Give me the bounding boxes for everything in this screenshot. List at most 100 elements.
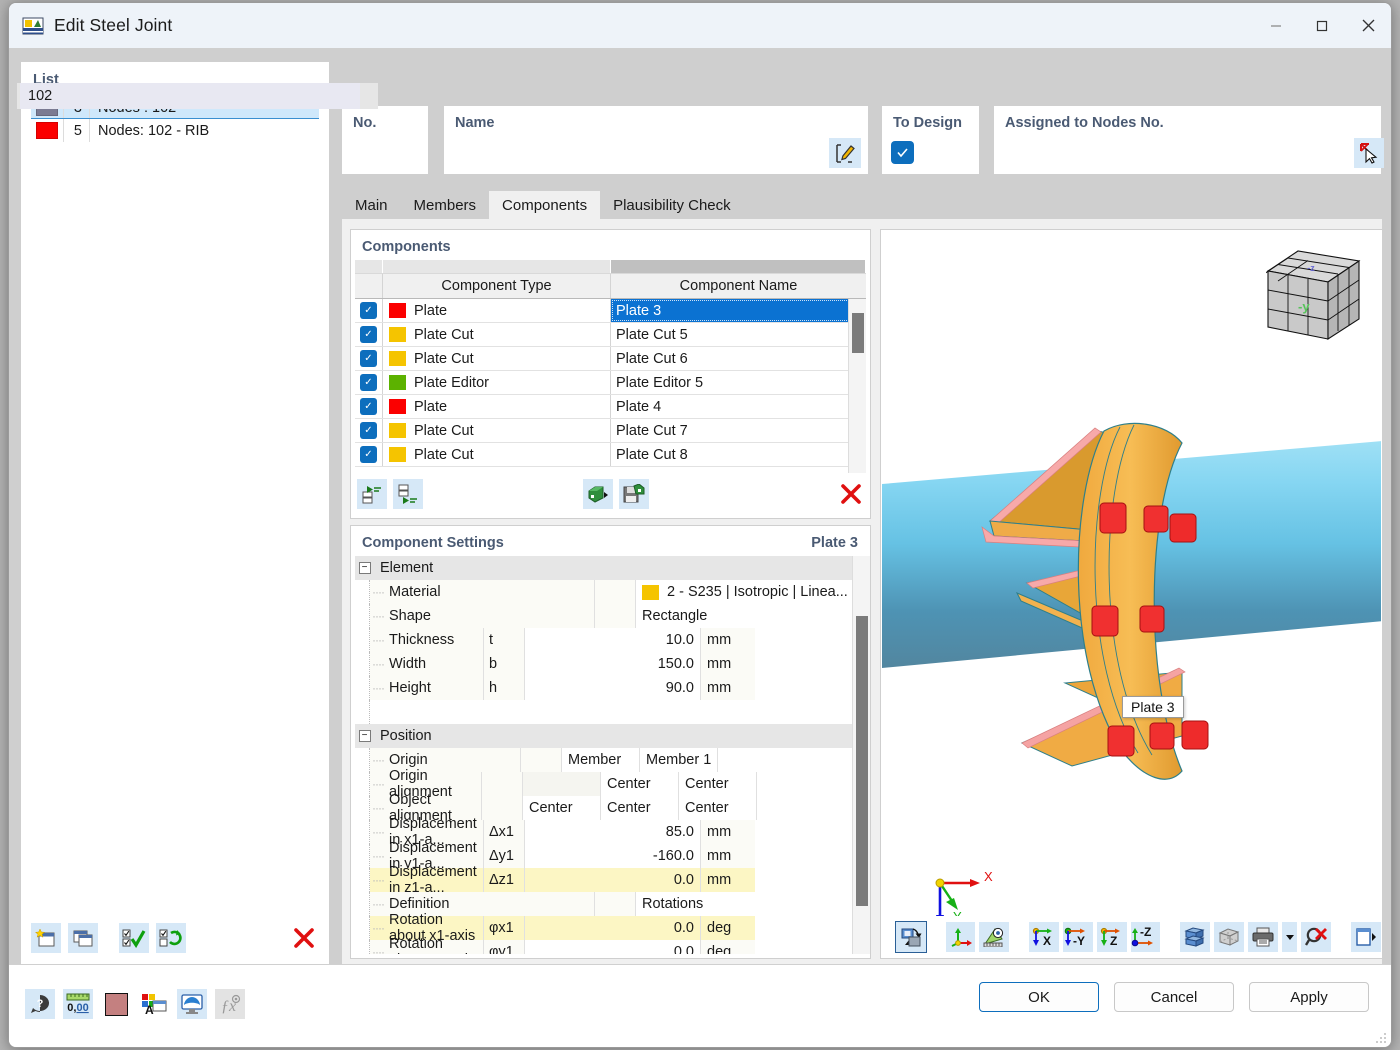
- color-button[interactable]: [101, 989, 131, 1019]
- viewport-canvas[interactable]: -z -y Plate 3 X: [882, 231, 1381, 916]
- settings-row-value[interactable]: 0.0: [525, 940, 700, 954]
- print-button[interactable]: [1247, 921, 1278, 952]
- settings-row-value[interactable]: 0.0: [525, 868, 700, 892]
- settings-group-position[interactable]: − Position: [355, 724, 866, 748]
- settings-row-unit[interactable]: mm: [700, 652, 755, 676]
- table-row[interactable]: ✓ Plate Plate 4: [355, 395, 866, 419]
- row-checkbox[interactable]: ✓: [360, 326, 377, 343]
- minimize-button[interactable]: [1253, 3, 1299, 48]
- settings-row-height[interactable]: ···· Height h 90.0 mm: [355, 676, 866, 700]
- delete-joint-button[interactable]: [289, 923, 319, 953]
- row-checkbox[interactable]: ✓: [360, 302, 377, 319]
- table-row[interactable]: ✓ Plate Plate 3: [355, 299, 866, 323]
- settings-row-value[interactable]: 0.0: [525, 916, 700, 940]
- expand-collapse-icon[interactable]: −: [355, 556, 374, 580]
- invert-selection-button[interactable]: [156, 923, 186, 953]
- cell-component-name[interactable]: Plate Cut 7: [611, 419, 866, 442]
- tab-plausibility-check[interactable]: Plausibility Check: [600, 191, 744, 219]
- table-row[interactable]: ✓ Plate Cut Plate Cut 7: [355, 419, 866, 443]
- settings-row-value[interactable]: 85.0: [525, 820, 700, 844]
- delete-component-button[interactable]: [836, 479, 866, 509]
- settings-row-value[interactable]: 2 - S235 | Isotropic | Linea...: [636, 580, 866, 604]
- settings-scrollbar[interactable]: [852, 556, 870, 954]
- close-button[interactable]: [1345, 3, 1391, 48]
- settings-row-col3[interactable]: Center: [679, 772, 757, 796]
- units-button[interactable]: 0,00: [63, 989, 93, 1019]
- cell-component-name[interactable]: Plate Editor 5: [611, 371, 866, 394]
- settings-row-unit[interactable]: mm: [700, 844, 755, 868]
- settings-row-col2[interactable]: Center: [601, 796, 679, 820]
- column-header-component-type[interactable]: Component Type: [383, 274, 611, 298]
- tab-members[interactable]: Members: [400, 191, 490, 219]
- row-checkbox[interactable]: ✓: [360, 350, 377, 367]
- settings-row-value[interactable]: 10.0: [525, 628, 700, 652]
- copy-joint-button[interactable]: [68, 923, 98, 953]
- cell-component-name[interactable]: Plate 4: [611, 395, 866, 418]
- settings-row-unit[interactable]: deg: [700, 940, 755, 954]
- tab-components[interactable]: Components: [489, 191, 601, 219]
- settings-row-unit[interactable]: deg: [700, 916, 755, 940]
- view-x-button[interactable]: X: [1029, 921, 1059, 952]
- settings-row-col1[interactable]: Member: [562, 748, 640, 772]
- detach-view-button[interactable]: [1351, 921, 1381, 952]
- settings-group-element[interactable]: − Element: [355, 556, 866, 580]
- settings-row-col2[interactable]: Center: [601, 772, 679, 796]
- settings-row-width[interactable]: ···· Width b 150.0 mm: [355, 652, 866, 676]
- row-checkbox[interactable]: ✓: [360, 398, 377, 415]
- render-solid-button[interactable]: [1180, 921, 1211, 952]
- select-all-button[interactable]: [119, 923, 149, 953]
- settings-row-shape[interactable]: ···· Shape Rectangle: [355, 604, 866, 628]
- settings-row-value[interactable]: Rectangle: [636, 604, 866, 628]
- ok-button[interactable]: OK: [979, 982, 1099, 1012]
- pick-nodes-button[interactable]: [1354, 138, 1384, 168]
- view-z-button[interactable]: Z: [1096, 921, 1127, 952]
- display-properties-button[interactable]: A: [139, 989, 169, 1019]
- expand-collapse-icon[interactable]: −: [355, 724, 374, 748]
- settings-row-unit[interactable]: mm: [700, 676, 755, 700]
- to-design-checkbox[interactable]: [891, 141, 914, 164]
- settings-row-value[interactable]: -160.0: [525, 844, 700, 868]
- cell-component-name[interactable]: Plate 3: [611, 299, 866, 322]
- cell-component-name[interactable]: Plate Cut 8: [611, 443, 866, 466]
- assigned-nodes-input[interactable]: [20, 83, 360, 109]
- components-scrollbar-thumb[interactable]: [852, 313, 864, 353]
- print-dropdown-button[interactable]: [1281, 921, 1298, 952]
- cell-component-name[interactable]: Plate Cut 6: [611, 347, 866, 370]
- rotate-view-button[interactable]: [895, 920, 927, 953]
- import-component-button[interactable]: [583, 479, 613, 509]
- cancel-button[interactable]: Cancel: [1114, 982, 1234, 1012]
- move-down-button[interactable]: [393, 479, 423, 509]
- navigation-cube[interactable]: -z -y: [1257, 249, 1361, 349]
- table-row[interactable]: ✓ Plate Cut Plate Cut 5: [355, 323, 866, 347]
- tab-main[interactable]: Main: [342, 191, 401, 219]
- name-edit-button[interactable]: [829, 138, 861, 168]
- apply-button[interactable]: Apply: [1249, 982, 1369, 1012]
- settings-row-unit[interactable]: mm: [700, 868, 755, 892]
- new-joint-button[interactable]: [31, 923, 61, 953]
- move-up-button[interactable]: [357, 479, 387, 509]
- model-viewport[interactable]: -z -y Plate 3 X X -Y Z -Z: [880, 229, 1383, 959]
- render-wireframe-button[interactable]: [1214, 921, 1244, 952]
- settings-row-unit[interactable]: mm: [700, 628, 755, 652]
- settings-row-col3[interactable]: Center: [679, 796, 757, 820]
- settings-row-rotation-y1[interactable]: ····Rotation about y1-axis φy1 0.0 deg: [355, 936, 866, 954]
- cell-component-name[interactable]: Plate Cut 5: [611, 323, 866, 346]
- components-scrollbar[interactable]: [848, 299, 866, 473]
- settings-row-value[interactable]: 90.0: [525, 676, 700, 700]
- view-negz-button[interactable]: -Z: [1130, 921, 1161, 952]
- settings-row-value[interactable]: 150.0: [525, 652, 700, 676]
- settings-row-unit[interactable]: mm: [700, 820, 755, 844]
- settings-scrollbar-thumb[interactable]: [856, 616, 868, 906]
- view-negy-button[interactable]: -Y: [1062, 921, 1093, 952]
- help-button[interactable]: ?: [25, 989, 55, 1019]
- settings-row-displacement-z1[interactable]: ···· Displacement in z1-a... Δz1 0.0 mm: [355, 864, 866, 896]
- list-item[interactable]: 5 Nodes: 102 - RIB: [31, 119, 319, 142]
- settings-row-thickness[interactable]: ···· Thickness t 10.0 mm: [355, 628, 866, 652]
- measure-view-button[interactable]: [979, 921, 1010, 952]
- maximize-button[interactable]: [1299, 3, 1345, 48]
- coordinate-system-button[interactable]: [945, 921, 976, 952]
- settings-row-material[interactable]: ···· Material 2 - S235 | Isotropic | Line…: [355, 580, 866, 604]
- save-component-button[interactable]: [619, 479, 649, 509]
- zoom-reset-button[interactable]: [1301, 921, 1332, 952]
- row-checkbox[interactable]: ✓: [360, 374, 377, 391]
